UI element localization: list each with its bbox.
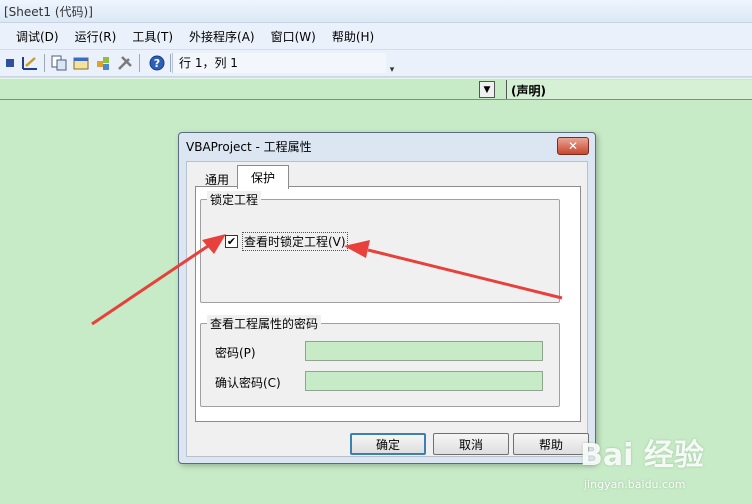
dialog-title: VBAProject - 工程属性 xyxy=(186,140,312,154)
menu-debug[interactable]: 调试(D) xyxy=(8,26,67,47)
menu-run[interactable]: 运行(R) xyxy=(67,26,125,47)
lock-for-viewing-label[interactable]: 查看时锁定工程(V) xyxy=(242,232,348,251)
toolbar-separator xyxy=(139,54,140,72)
toolbox-icon[interactable] xyxy=(115,53,135,73)
window-title: [Sheet1 (代码)] xyxy=(4,5,93,19)
project-properties-dialog: VBAProject - 工程属性 ✕ 通用 锁定工程 ✔ 查看时锁定工程(V)… xyxy=(178,132,596,464)
password-label: 密码(P) xyxy=(215,346,256,360)
stop-icon[interactable] xyxy=(0,53,20,73)
menu-window[interactable]: 窗口(W) xyxy=(263,26,324,47)
toolbar-separator xyxy=(44,54,45,72)
code-window-combo-bar: ▼ (声明) xyxy=(0,78,752,100)
cancel-button[interactable]: 取消 xyxy=(433,433,509,455)
baidu-jingyan-watermark: Bai 经验 jingyan.baidu.com xyxy=(578,424,748,500)
tab-general[interactable]: 通用 xyxy=(195,168,239,188)
lock-for-viewing-checkbox[interactable]: ✔ xyxy=(225,235,238,248)
close-icon[interactable]: ✕ xyxy=(557,137,589,155)
menu-help[interactable]: 帮助(H) xyxy=(324,26,382,47)
cursor-position-display: 行 1，列 1 xyxy=(172,53,386,73)
object-dropdown-chevron-icon[interactable]: ▼ xyxy=(479,81,495,98)
protection-tab-panel: 锁定工程 ✔ 查看时锁定工程(V) 查看工程属性的密码 密码(P) 确认密码(C… xyxy=(195,186,581,422)
svg-text:?: ? xyxy=(154,57,160,70)
procedure-dropdown[interactable]: (声明) xyxy=(506,80,752,99)
password-group-legend: 查看工程属性的密码 xyxy=(207,315,322,332)
help-icon[interactable]: ? xyxy=(147,53,167,73)
watermark-url: jingyan.baidu.com xyxy=(584,478,686,491)
dialog-client-area: 通用 锁定工程 ✔ 查看时锁定工程(V) 查看工程属性的密码 密码(P) 确认密… xyxy=(186,161,589,457)
menu-bar: 调试(D) 运行(R) 工具(T) 外接程序(A) 窗口(W) 帮助(H) xyxy=(0,23,752,49)
watermark-logo: Bai 经验 xyxy=(580,438,704,473)
confirm-password-field[interactable] xyxy=(305,371,543,391)
password-group: 查看工程属性的密码 密码(P) 确认密码(C) xyxy=(200,315,560,407)
window-title-bar: [Sheet1 (代码)] xyxy=(0,0,752,23)
toolbar-separator xyxy=(170,54,171,72)
lock-project-group: 锁定工程 ✔ 查看时锁定工程(V) xyxy=(200,191,560,303)
tab-protection[interactable]: 保护 xyxy=(237,165,289,189)
standard-toolbar: ? 行 1，列 1 ▾ xyxy=(0,50,752,77)
password-field[interactable] xyxy=(305,341,543,361)
lock-project-legend: 锁定工程 xyxy=(207,191,262,208)
toolbar-overflow-chevron-icon[interactable]: ▾ xyxy=(386,53,398,75)
design-mode-icon[interactable] xyxy=(20,53,40,73)
lock-for-viewing-option[interactable]: ✔ 查看时锁定工程(V) xyxy=(225,232,348,251)
ok-button[interactable]: 确定 xyxy=(350,433,426,455)
menu-tools[interactable]: 工具(T) xyxy=(124,26,181,47)
menu-addins[interactable]: 外接程序(A) xyxy=(181,26,263,47)
project-explorer-icon[interactable] xyxy=(49,53,69,73)
confirm-password-label: 确认密码(C) xyxy=(215,376,281,390)
object-browser-icon[interactable] xyxy=(93,53,113,73)
properties-window-icon[interactable] xyxy=(71,53,91,73)
